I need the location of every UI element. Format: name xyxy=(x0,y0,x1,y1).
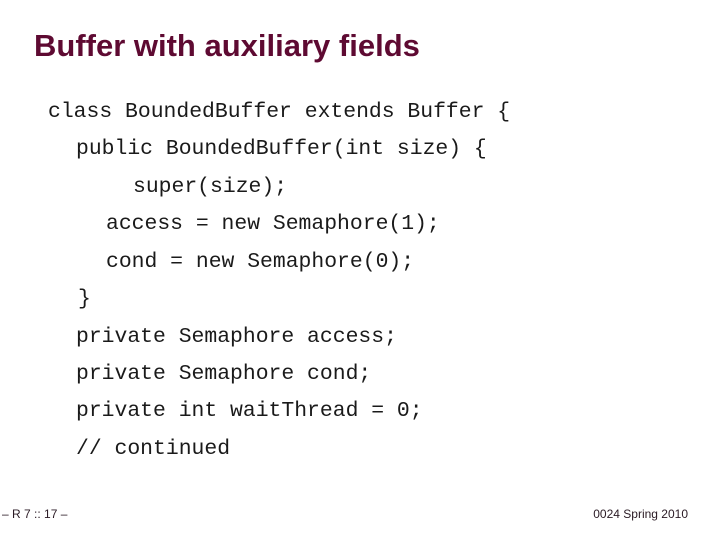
code-line-cond-field: private Semaphore cond; xyxy=(76,362,372,386)
slide-title: Buffer with auxiliary fields xyxy=(34,28,420,63)
code-line-access-init: access = new Semaphore(1); xyxy=(106,212,440,236)
code-line-waitthread-field: private int waitThread = 0; xyxy=(76,399,423,423)
code-line-closing-brace: } xyxy=(78,287,91,311)
code-line-constructor: public BoundedBuffer(int size) { xyxy=(76,137,487,161)
footer-slide-number: – R 7 :: 17 – xyxy=(2,507,68,521)
code-line-class-declaration: class BoundedBuffer extends Buffer { xyxy=(48,100,511,124)
code-line-cond-init: cond = new Semaphore(0); xyxy=(106,250,415,274)
code-line-comment: // continued xyxy=(76,437,231,461)
code-line-super-call: super(size); xyxy=(133,175,288,199)
footer-course-label: 0024 Spring 2010 xyxy=(593,507,688,521)
code-line-access-field: private Semaphore access; xyxy=(76,325,397,349)
